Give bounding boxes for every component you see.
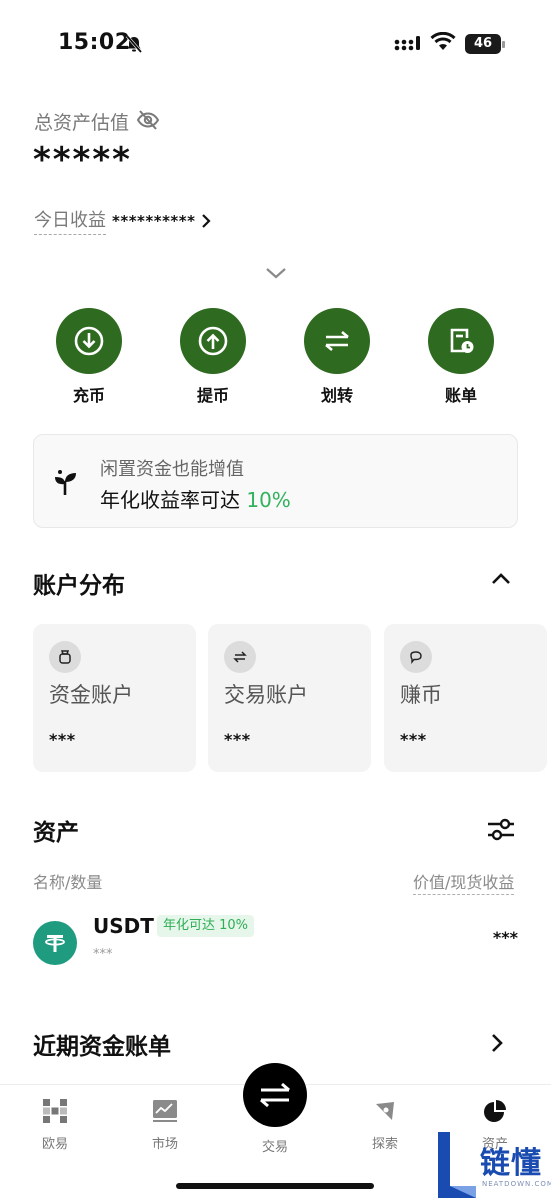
bill-icon <box>428 308 494 374</box>
asset-value: *** <box>492 928 518 947</box>
bill-label: 账单 <box>444 386 477 405</box>
account-value: *** <box>224 730 251 749</box>
sprout-icon <box>55 470 76 495</box>
withdraw-icon <box>180 308 246 374</box>
asset-amount: *** <box>93 947 113 962</box>
swap-icon <box>224 641 256 673</box>
compass-icon <box>350 1097 420 1125</box>
chevron-up-icon[interactable] <box>490 572 512 586</box>
total-assets-value: ***** <box>33 140 132 180</box>
account-name: 赚币 <box>400 683 442 707</box>
piggy-bank-icon <box>400 641 432 673</box>
assets-title: 资产 <box>33 820 79 846</box>
account-name: 交易账户 <box>224 683 308 707</box>
today-pnl-row[interactable]: 今日收益 ********** <box>34 206 212 235</box>
quick-actions: 充币 提币 划转 账单 <box>0 308 551 408</box>
wallet-icon <box>49 641 81 673</box>
bill-button[interactable]: 账单 <box>421 308 501 406</box>
usdt-icon <box>33 921 77 965</box>
column-name-amount: 名称/数量 <box>33 873 103 892</box>
nav-okx[interactable]: 欧易 <box>20 1097 90 1152</box>
promo-text: 年化收益率可达 10% <box>100 484 291 513</box>
watermark-sub: NEATDOWN.COM <box>482 1180 551 1188</box>
battery-tip <box>502 41 505 48</box>
column-value-pnl[interactable]: 价值/现货收益 <box>413 869 515 895</box>
nav-explore[interactable]: 探索 <box>350 1097 420 1152</box>
nav-label: 欧易 <box>41 1137 68 1152</box>
promo-text-label: 年化收益率可达 <box>100 488 240 512</box>
watermark-text: 链懂 <box>480 1146 542 1181</box>
trade-button[interactable] <box>243 1063 307 1127</box>
nav-label: 探索 <box>371 1137 398 1152</box>
withdraw-label: 提币 <box>196 386 229 405</box>
chevron-right-icon <box>202 213 212 228</box>
transfer-icon <box>304 308 370 374</box>
bell-muted-icon <box>125 35 143 53</box>
total-assets-label: 总资产估值 <box>34 112 130 134</box>
funding-account-card[interactable]: 资金账户 *** <box>33 624 196 772</box>
account-value: *** <box>49 730 76 749</box>
pie-chart-icon <box>460 1097 530 1125</box>
today-pnl-value: ********** <box>112 211 196 230</box>
apy-badge: 年化可达 10% <box>157 915 255 937</box>
chevron-right-icon[interactable] <box>490 1033 504 1053</box>
account-value: *** <box>400 730 427 749</box>
nav-label: 市场 <box>151 1137 178 1152</box>
deposit-icon <box>56 308 122 374</box>
home-indicator <box>176 1183 374 1189</box>
asset-name: USDT <box>93 914 154 938</box>
transfer-button[interactable]: 划转 <box>297 308 377 406</box>
nav-market[interactable]: 市场 <box>130 1097 200 1152</box>
earn-promo-card[interactable]: 闲置资金也能增值 年化收益率可达 10% <box>33 434 518 528</box>
account-name: 资金账户 <box>49 683 133 707</box>
deposit-label: 充币 <box>72 386 105 405</box>
transfer-label: 划转 <box>320 386 353 405</box>
chevron-down-icon[interactable] <box>265 266 287 280</box>
asset-row-usdt[interactable]: USDT 年化可达 10% *** *** <box>33 914 518 974</box>
trade-swap-icon <box>260 1082 290 1108</box>
deposit-button[interactable]: 充币 <box>49 308 129 406</box>
eye-hidden-icon[interactable] <box>136 109 160 131</box>
signal-icon <box>394 36 420 51</box>
watermark: 链懂 NEATDOWN.COM <box>436 1130 551 1200</box>
withdraw-button[interactable]: 提币 <box>173 308 253 406</box>
wifi-icon <box>430 32 456 50</box>
distribution-title: 账户分布 <box>33 573 125 599</box>
earn-account-card[interactable]: 赚币 *** <box>384 624 547 772</box>
status-time: 15:02 <box>58 30 131 55</box>
promo-subtitle: 闲置资金也能增值 <box>100 459 244 480</box>
today-pnl-label: 今日收益 <box>34 206 106 235</box>
trading-account-card[interactable]: 交易账户 *** <box>208 624 371 772</box>
promo-rate: 10% <box>246 488 291 512</box>
recent-bills-title[interactable]: 近期资金账单 <box>33 1027 171 1061</box>
battery-indicator: 46 <box>465 34 501 54</box>
watermark-logo <box>438 1132 476 1198</box>
filter-sliders-icon[interactable] <box>486 816 516 842</box>
trade-label: 交易 <box>261 1140 288 1155</box>
okx-logo-icon <box>20 1097 90 1125</box>
status-bar: 15:02 46 <box>0 0 551 90</box>
market-chart-icon <box>130 1097 200 1125</box>
